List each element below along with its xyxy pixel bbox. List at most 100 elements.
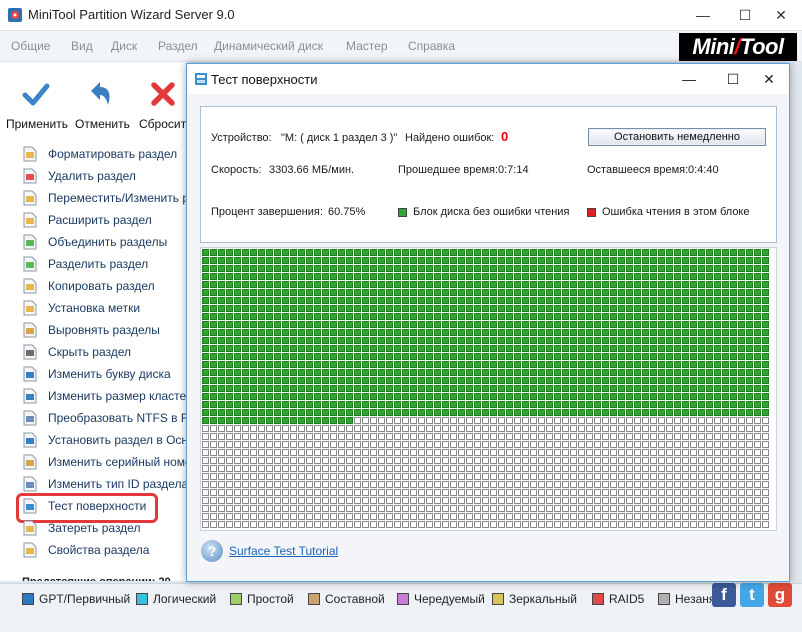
operation-item[interactable]: Копировать раздел <box>22 276 155 296</box>
block-pending <box>546 521 553 528</box>
menu-disk[interactable]: Диск <box>111 39 137 53</box>
block-ok <box>306 265 313 272</box>
block-ok <box>530 409 537 416</box>
block-pending <box>434 497 441 504</box>
block-ok <box>450 361 457 368</box>
block-ok <box>714 377 721 384</box>
close-button[interactable]: ✕ <box>764 0 798 30</box>
block-ok <box>466 297 473 304</box>
operation-item[interactable]: Изменить серийный номер <box>22 452 198 472</box>
block-pending <box>466 433 473 440</box>
operation-label: Объединить разделы <box>48 235 168 249</box>
operation-item[interactable]: Установить раздел в Осно <box>22 430 195 450</box>
block-ok <box>554 401 561 408</box>
menu-help[interactable]: Справка <box>408 39 455 53</box>
block-pending <box>242 473 249 480</box>
block-pending <box>298 489 305 496</box>
block-ok <box>722 281 729 288</box>
operation-item[interactable]: Переместить/Изменить ра <box>22 188 196 208</box>
menu-partition[interactable]: Раздел <box>158 39 198 53</box>
menu-general[interactable]: Общие <box>11 39 50 53</box>
operation-item[interactable]: Форматировать раздел <box>22 144 177 164</box>
block-ok <box>426 321 433 328</box>
block-ok <box>538 249 545 256</box>
block-ok <box>226 337 233 344</box>
block-ok <box>346 361 353 368</box>
menu-wizard[interactable]: Мастер <box>346 39 388 53</box>
block-ok <box>258 377 265 384</box>
block-ok <box>650 345 657 352</box>
help-icon[interactable]: ? <box>201 540 223 562</box>
operation-item[interactable]: Затереть раздел <box>22 518 140 538</box>
block-pending <box>378 449 385 456</box>
stop-now-button[interactable]: Остановить немедленно <box>588 128 766 146</box>
block-pending <box>434 457 441 464</box>
block-ok <box>706 265 713 272</box>
block-ok <box>682 313 689 320</box>
apply-check-icon[interactable] <box>22 80 50 108</box>
block-ok <box>674 393 681 400</box>
operation-item[interactable]: Расширить раздел <box>22 210 152 230</box>
google-plus-icon[interactable]: g <box>768 583 792 607</box>
block-ok <box>394 305 401 312</box>
block-pending <box>242 513 249 520</box>
block-pending <box>218 425 225 432</box>
operation-item[interactable]: Скрыть раздел <box>22 342 131 362</box>
block-ok <box>698 393 705 400</box>
operation-item[interactable]: Свойства раздела <box>22 540 149 560</box>
undo-arrow-icon[interactable] <box>86 79 114 109</box>
block-pending <box>226 513 233 520</box>
operation-label: Копировать раздел <box>48 279 155 293</box>
operation-item[interactable]: Тест поверхности <box>22 496 146 516</box>
minimize-button[interactable]: — <box>686 0 720 30</box>
block-ok <box>338 305 345 312</box>
undo-button[interactable]: Отменить <box>75 117 130 131</box>
operation-item[interactable]: Разделить раздел <box>22 254 148 274</box>
operation-item[interactable]: Преобразовать NTFS в FAT <box>22 408 202 428</box>
twitter-icon[interactable]: t <box>740 583 764 607</box>
dialog-close-button[interactable]: ✕ <box>747 64 791 94</box>
facebook-icon[interactable]: f <box>712 583 736 607</box>
block-ok <box>570 305 577 312</box>
operation-item[interactable]: Изменить букву диска <box>22 364 171 384</box>
block-ok <box>250 385 257 392</box>
block-pending <box>306 425 313 432</box>
operation-item[interactable]: Выровнять разделы <box>22 320 160 340</box>
operation-item[interactable]: Изменить размер кластера <box>22 386 200 406</box>
block-pending <box>506 417 513 424</box>
block-ok <box>234 393 241 400</box>
block-pending <box>410 433 417 440</box>
surface-test-tutorial-link[interactable]: Surface Test Tutorial <box>229 544 338 558</box>
block-ok <box>626 321 633 328</box>
block-ok <box>602 265 609 272</box>
maximize-button[interactable]: ☐ <box>728 0 762 30</box>
dialog-minimize-button[interactable]: — <box>667 64 711 94</box>
block-pending <box>666 449 673 456</box>
block-pending <box>706 465 713 472</box>
block-ok <box>746 289 753 296</box>
block-ok <box>218 385 225 392</box>
operation-item[interactable]: Установка метки <box>22 298 140 318</box>
apply-button[interactable]: Применить <box>6 117 68 131</box>
discard-button[interactable]: Сбросить <box>139 117 192 131</box>
block-pending <box>250 433 257 440</box>
block-ok <box>402 345 409 352</box>
block-ok <box>530 297 537 304</box>
block-ok <box>314 321 321 328</box>
block-pending <box>282 521 289 528</box>
block-pending <box>530 481 537 488</box>
block-ok <box>730 361 737 368</box>
block-ok <box>282 417 289 424</box>
block-ok <box>554 345 561 352</box>
block-pending <box>354 489 361 496</box>
block-pending <box>234 441 241 448</box>
operation-item[interactable]: Объединить разделы <box>22 232 167 252</box>
menu-view[interactable]: Вид <box>71 39 93 53</box>
block-pending <box>522 457 529 464</box>
operation-item[interactable]: Изменить тип ID раздела <box>22 474 188 494</box>
discard-x-icon[interactable] <box>150 81 176 107</box>
block-ok <box>546 393 553 400</box>
block-pending <box>226 433 233 440</box>
menu-dynamic-disk[interactable]: Динамический диск <box>214 39 323 53</box>
operation-item[interactable]: Удалить раздел <box>22 166 136 186</box>
